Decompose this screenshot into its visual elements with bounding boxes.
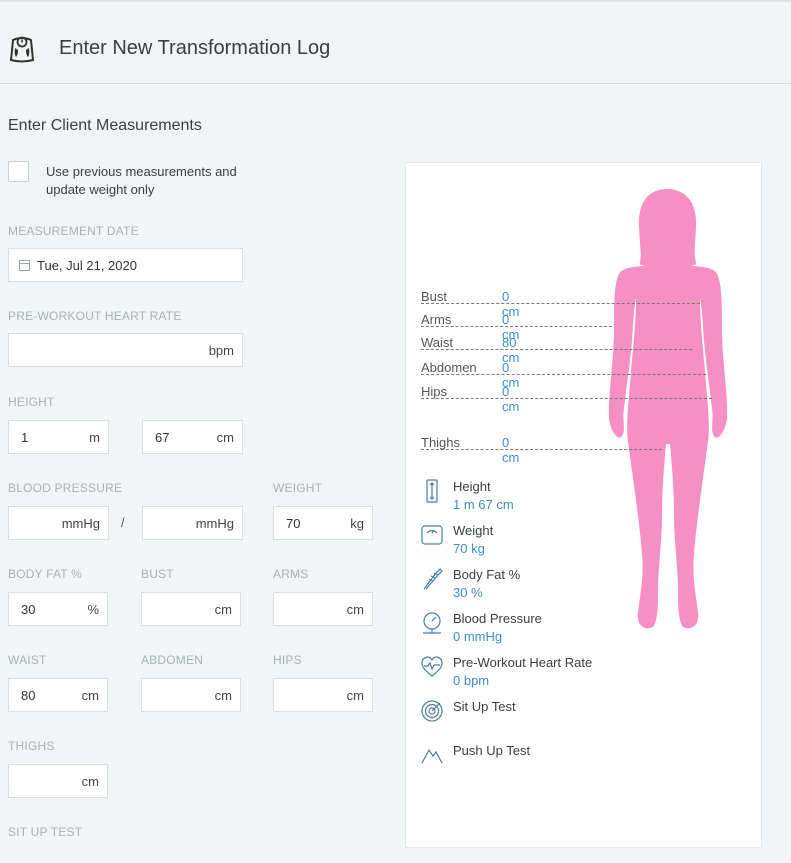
stat-name: Body Fat % <box>453 567 521 582</box>
abdomen-label: ABDOMEN <box>141 653 204 667</box>
mountain-icon <box>421 749 443 764</box>
weight-input[interactable]: 70 kg <box>273 506 373 540</box>
target-icon <box>421 700 443 722</box>
bp-systolic-input[interactable]: mmHg <box>8 506 109 540</box>
measurement-guide-line <box>421 398 712 399</box>
weight-unit: kg <box>350 516 364 531</box>
page-header: Enter New Transformation Log <box>0 2 791 84</box>
measurement-name: Bust <box>421 289 448 304</box>
stat-name: Blood Pressure <box>453 611 542 626</box>
use-previous-label: Use previous measurements and update wei… <box>46 164 237 197</box>
weight-value: 70 <box>286 516 301 531</box>
stat-value: 0 mmHg <box>453 629 503 644</box>
thighs-label: THIGHS <box>8 739 55 753</box>
heart-rate-label: PRE-WORKOUT HEART RATE <box>8 309 182 323</box>
blood-pressure-label: BLOOD PRESSURE <box>8 481 123 495</box>
abdomen-unit: cm <box>214 688 232 703</box>
measurement-date-label: MEASUREMENT DATE <box>8 224 139 238</box>
stat-name: Push Up Test <box>453 743 531 758</box>
bust-input[interactable]: cm <box>141 592 241 626</box>
gauge-icon <box>422 612 442 634</box>
height-cm-input[interactable]: 67 cm <box>142 420 243 454</box>
stat-name: Pre-Workout Heart Rate <box>453 655 593 670</box>
scale-icon <box>421 525 443 545</box>
bp-diastolic-input[interactable]: mmHg <box>142 506 243 540</box>
ruler-icon <box>426 479 438 503</box>
body-fat-value: 30 <box>21 602 36 617</box>
measurement-name: Abdomen <box>421 360 477 375</box>
measurement-guide-line <box>421 349 692 350</box>
stat-value: 30 % <box>453 585 483 600</box>
weight-label: WEIGHT <box>273 481 323 495</box>
stat-name: Sit Up Test <box>453 699 516 714</box>
measurement-guide-line <box>421 303 700 304</box>
body-fat-label: BODY FAT % <box>8 567 83 581</box>
waist-unit: cm <box>81 688 99 703</box>
bp-diastolic-unit: mmHg <box>195 516 234 531</box>
height-m-input[interactable]: 1 m <box>8 420 109 454</box>
waist-value: 80 <box>21 688 36 703</box>
body-silhouette <box>608 189 728 629</box>
measurement-value: 0 cm <box>502 435 520 465</box>
height-label: HEIGHT <box>8 395 55 409</box>
bp-separator: / <box>121 515 125 530</box>
thighs-input[interactable]: cm <box>8 764 108 798</box>
measurement-name: Waist <box>421 335 454 350</box>
measurement-date-value: Tue, Jul 21, 2020 <box>37 258 137 273</box>
heart-rate-unit: bpm <box>208 343 234 358</box>
heart-rate-icon <box>421 656 443 677</box>
caliper-icon <box>423 568 443 590</box>
hips-unit: cm <box>346 688 364 703</box>
height-cm-value: 67 <box>155 430 170 445</box>
hips-input[interactable]: cm <box>273 678 373 712</box>
abdomen-input[interactable]: cm <box>141 678 241 712</box>
calendar-icon <box>19 260 30 271</box>
arms-label: ARMS <box>273 567 309 581</box>
arms-input[interactable]: cm <box>273 592 373 626</box>
measurement-date-input[interactable]: Tue, Jul 21, 2020 <box>8 248 243 282</box>
scale-icon <box>9 36 35 63</box>
stat-value: 0 bpm <box>453 673 490 688</box>
body-fat-unit: % <box>87 602 99 617</box>
stat-name: Weight <box>453 523 494 538</box>
sit-up-test-label: SIT UP TEST <box>8 825 83 839</box>
height-m-unit: m <box>89 430 100 445</box>
stat-value: 1 m 67 cm <box>453 497 514 512</box>
waist-input[interactable]: 80 cm <box>8 678 108 712</box>
measurement-name: Arms <box>421 312 452 327</box>
height-m-value: 1 <box>21 430 29 445</box>
arms-unit: cm <box>346 602 364 617</box>
bust-unit: cm <box>214 602 232 617</box>
stat-name: Height <box>453 479 491 494</box>
stat-value: 70 kg <box>453 541 485 556</box>
use-previous-checkbox[interactable] <box>8 161 29 182</box>
measurement-name: Thighs <box>421 435 461 450</box>
waist-label: WAIST <box>8 653 47 667</box>
measurement-value: 0 cm <box>502 384 520 414</box>
section-title: Enter Client Measurements <box>8 117 202 134</box>
body-fat-input[interactable]: 30 % <box>8 592 108 626</box>
bust-label: BUST <box>141 567 174 581</box>
measurement-name: Hips <box>421 384 448 399</box>
page-title: Enter New Transformation Log <box>59 37 331 59</box>
height-cm-unit: cm <box>216 430 234 445</box>
heart-rate-input[interactable]: bpm <box>8 333 243 367</box>
bp-systolic-unit: mmHg <box>61 516 100 531</box>
hips-label: HIPS <box>273 653 302 667</box>
thighs-unit: cm <box>81 774 99 789</box>
